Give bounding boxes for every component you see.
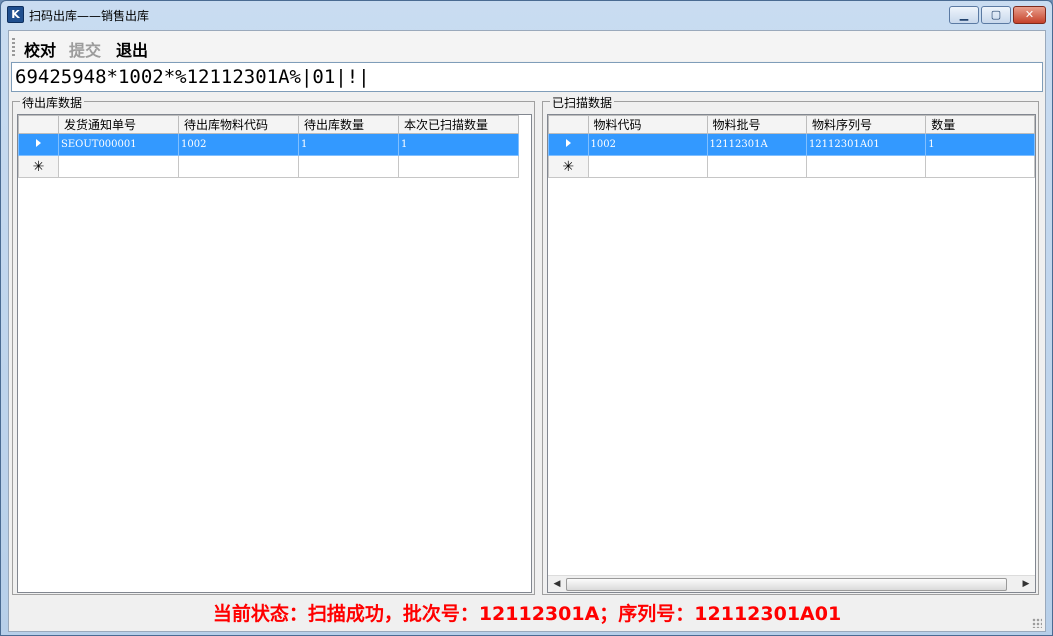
table-cell[interactable]: [178, 155, 299, 178]
table-cell[interactable]: [706, 155, 807, 178]
barcode-scan-input[interactable]: [11, 62, 1043, 92]
table-row[interactable]: 1002 12112301A 12112301A01 1: [548, 133, 1035, 156]
row-header-corner: [548, 115, 589, 134]
table-row[interactable]: SEOUT000001 1002 1 1: [18, 133, 519, 156]
main-window: K 扫码出库——销售出库 ▁ ▢ ✕ 校对 提交 退出 待出库数据 发货通知单: [0, 0, 1053, 636]
title-bar[interactable]: K 扫码出库——销售出库 ▁ ▢ ✕: [1, 1, 1052, 29]
row-selector-arrow-icon: [565, 139, 571, 147]
scanned-group-label: 已扫描数据: [550, 94, 615, 111]
toolbar-grip[interactable]: [12, 38, 15, 56]
maximize-icon[interactable]: ▢: [981, 6, 1011, 24]
column-header[interactable]: 数量: [925, 115, 1035, 134]
exit-button[interactable]: 退出: [116, 37, 148, 61]
check-button[interactable]: 校对: [24, 37, 56, 61]
row-selector[interactable]: ✳: [18, 155, 59, 178]
table-cell[interactable]: [587, 155, 708, 178]
minimize-icon[interactable]: ▁: [949, 6, 979, 24]
table-cell[interactable]: [58, 155, 179, 178]
table-cell[interactable]: [805, 155, 927, 178]
table-cell[interactable]: [925, 155, 1035, 178]
table-cell[interactable]: 1002: [178, 133, 299, 156]
table-cell[interactable]: 12112301A01: [805, 133, 927, 156]
new-row[interactable]: ✳: [18, 155, 519, 178]
window-title: 扫码出库——销售出库: [29, 9, 150, 23]
scanned-data-group: 已扫描数据 物料代码 物料批号 物料序列号 数量 1002 12112301A …: [542, 94, 1039, 595]
table-cell[interactable]: 1002: [587, 133, 708, 156]
pending-outbound-group: 待出库数据 发货通知单号 待出库物料代码 待出库数量 本次已扫描数量 SEOUT…: [12, 94, 535, 595]
client-area: 校对 提交 退出 待出库数据 发货通知单号 待出库物料代码 待出库数量 本次: [8, 30, 1046, 632]
row-selector[interactable]: [548, 133, 589, 156]
column-header[interactable]: 物料批号: [706, 115, 807, 134]
column-header[interactable]: 发货通知单号: [58, 115, 179, 134]
table-cell[interactable]: 1: [298, 133, 399, 156]
table-cell[interactable]: 1: [398, 133, 519, 156]
row-selector-arrow-icon: [36, 139, 41, 147]
column-header[interactable]: 待出库物料代码: [178, 115, 299, 134]
scrollbar-thumb[interactable]: [566, 578, 1007, 591]
app-logo-icon: K: [7, 6, 24, 23]
row-header-corner: [18, 115, 59, 134]
column-header[interactable]: 本次已扫描数量: [398, 115, 519, 134]
column-header[interactable]: 待出库数量: [298, 115, 399, 134]
row-selector[interactable]: ✳: [548, 155, 589, 178]
table-cell[interactable]: SEOUT000001: [58, 133, 179, 156]
table-cell[interactable]: [398, 155, 519, 178]
horizontal-scrollbar[interactable]: ◀ ▶: [548, 575, 1035, 592]
table-cell[interactable]: [298, 155, 399, 178]
status-message: 当前状态：扫描成功，批次号：12112301A；序列号：12112301A01: [212, 603, 842, 625]
row-selector[interactable]: [18, 133, 59, 156]
column-header[interactable]: 物料序列号: [805, 115, 927, 134]
toolbar: 校对 提交 退出: [9, 31, 1045, 61]
pending-group-label: 待出库数据: [20, 94, 85, 111]
submit-button[interactable]: 提交: [69, 37, 101, 61]
new-row-star-icon: ✳: [562, 158, 575, 175]
scanned-data-grid[interactable]: 物料代码 物料批号 物料序列号 数量 1002 12112301A 121123…: [547, 114, 1036, 593]
new-row-star-icon: ✳: [32, 158, 45, 175]
scroll-right-icon[interactable]: ▶: [1018, 577, 1034, 592]
column-header[interactable]: 物料代码: [587, 115, 708, 134]
new-row[interactable]: ✳: [548, 155, 1035, 178]
resize-grip-icon[interactable]: [1032, 618, 1042, 628]
close-icon[interactable]: ✕: [1013, 6, 1046, 24]
pending-outbound-grid[interactable]: 发货通知单号 待出库物料代码 待出库数量 本次已扫描数量 SEOUT000001…: [17, 114, 532, 593]
table-cell[interactable]: 1: [925, 133, 1035, 156]
scroll-left-icon[interactable]: ◀: [549, 577, 565, 592]
table-cell[interactable]: 12112301A: [706, 133, 807, 156]
